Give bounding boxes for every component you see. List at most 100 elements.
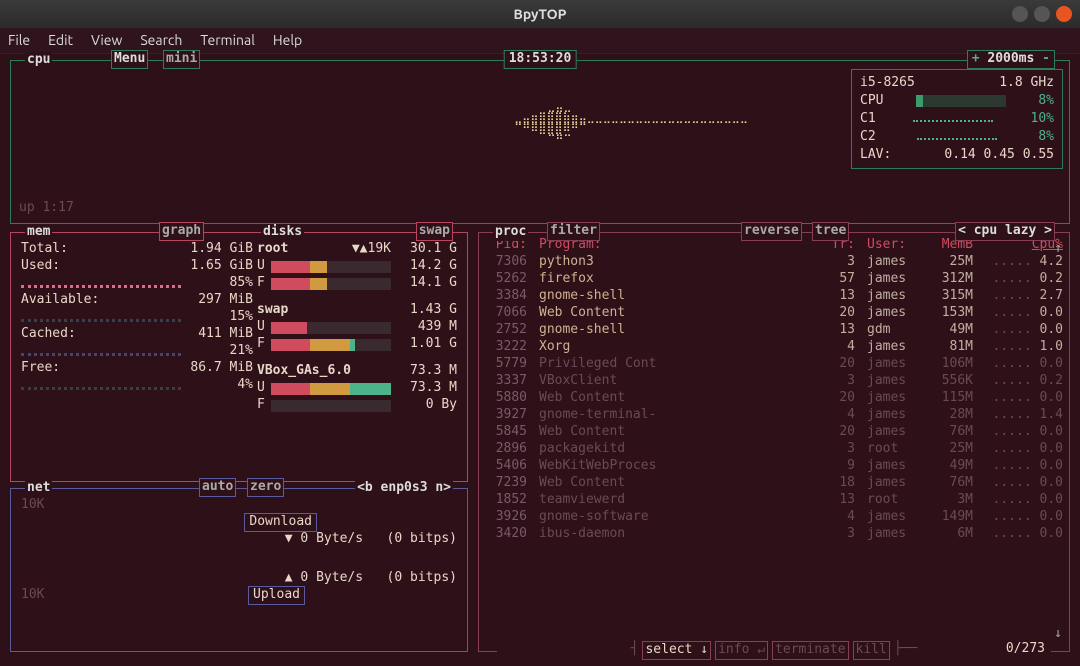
cpu-core1-label: C1 <box>860 111 876 128</box>
proc-scrollbar[interactable]: ↑ ↓ <box>1051 241 1065 643</box>
table-row[interactable]: 3420ibus-daemon3james6M..... 0.0 <box>479 526 1069 543</box>
proc-tree-button[interactable]: tree <box>812 222 849 241</box>
table-row[interactable]: 5880Web Content20james115M..... 0.0 <box>479 390 1069 407</box>
update-plus-icon[interactable]: + <box>972 51 988 66</box>
net-scale-top: 10K <box>21 497 44 514</box>
proc-scroll-position: 0/273 <box>1006 641 1045 658</box>
menu-help[interactable]: Help <box>273 31 302 49</box>
disk-used-bar <box>271 383 391 395</box>
proc-label: proc <box>493 224 528 241</box>
cpu-core2-label: C2 <box>860 129 876 146</box>
mem-free-label: Free: <box>21 360 60 377</box>
cpu-total-bar <box>916 95 1006 107</box>
disk-used: 14.2 G <box>397 258 457 275</box>
cpu-mini-button[interactable]: mini <box>163 50 200 69</box>
cpu-core1-bar <box>913 116 993 122</box>
mem-cached-label: Cached: <box>21 326 76 343</box>
disk-io: ▼▲19K <box>352 241 391 258</box>
table-row[interactable]: 7066Web Content20james153M..... 0.0 <box>479 305 1069 322</box>
mem-free-graph <box>21 382 181 390</box>
disk-free: 1.01 G <box>397 336 457 353</box>
table-row[interactable]: 5845Web Content20james76M..... 0.0 <box>479 424 1069 441</box>
mem-cached-graph <box>21 348 181 356</box>
cpu-total-label: CPU <box>860 93 883 110</box>
mem-total-label: Total: <box>21 241 68 258</box>
update-interval: 2000ms <box>987 51 1034 66</box>
net-down-rate: ▼ 0 Byte/s <box>285 531 363 546</box>
proc-info-button[interactable]: info ↵ <box>715 641 768 660</box>
mem-graph-button[interactable]: graph <box>159 222 204 241</box>
table-row[interactable]: 3384gnome-shell13james315M..... 2.7 <box>479 288 1069 305</box>
mem-total: 1.94 GiB <box>190 241 253 258</box>
proc-select-button[interactable]: select ↓ <box>642 641 711 660</box>
disks-label: disks <box>261 224 304 241</box>
mem-cached: 411 MiB <box>198 326 253 343</box>
table-row[interactable]: 3222Xorg4james81M..... 1.0 <box>479 339 1069 356</box>
mem-panel: mem graph disks swap Total:1.94 GiB Used… <box>10 232 468 482</box>
scroll-up-icon[interactable]: ↑ <box>1054 241 1062 258</box>
net-iface[interactable]: <b enp0s3 n> <box>355 480 453 497</box>
proc-terminate-button[interactable]: terminate <box>772 641 848 660</box>
window-close-button[interactable] <box>1056 6 1072 22</box>
mem-avail-label: Available: <box>21 292 99 309</box>
proc-panel: proc filter reverse tree < cpu lazy > Pi… <box>478 232 1070 652</box>
net-scale-bot: 10K <box>21 587 44 604</box>
table-row[interactable]: 5406WebKitWebProces9james49M..... 0.0 <box>479 458 1069 475</box>
mem-free: 86.7 MiB <box>190 360 253 377</box>
disk-name: root <box>257 241 288 258</box>
cpu-core2-pct: 8% <box>1038 129 1054 146</box>
table-row[interactable]: 1852teamviewerd13root3M..... 0.0 <box>479 492 1069 509</box>
table-row[interactable]: 2752gnome-shell13gdm49M..... 0.0 <box>479 322 1069 339</box>
swap-header-button[interactable]: swap <box>416 222 453 241</box>
scroll-down-icon[interactable]: ↓ <box>1054 626 1062 643</box>
table-row[interactable]: 5262firefox57james312M..... 0.2 <box>479 271 1069 288</box>
menu-view[interactable]: View <box>91 31 122 49</box>
disk-used-bar <box>271 322 391 334</box>
table-row[interactable]: 7239Web Content18james76M..... 0.0 <box>479 475 1069 492</box>
cpu-freq: 1.8 GHz <box>999 75 1054 92</box>
disk-name: VBox_GAs_6.0 <box>257 363 351 380</box>
proc-kill-button[interactable]: kill <box>853 641 890 660</box>
update-minus-icon[interactable]: - <box>1034 51 1050 66</box>
table-row[interactable]: 7306python33james25M..... 4.2 <box>479 254 1069 271</box>
proc-reverse-button[interactable]: reverse <box>741 222 802 241</box>
cpu-panel: cpu Menu mini 18:53:20 + 2000ms - ⣀⣤⣀ ⣀⣤… <box>10 60 1070 224</box>
table-row[interactable]: 2896packagekitd3root25M..... 0.0 <box>479 441 1069 458</box>
cpu-clock: 18:53:20 <box>504 50 577 69</box>
cpu-label: cpu <box>25 52 52 69</box>
cpu-menu-button[interactable]: Menu <box>111 50 148 69</box>
mem-label: mem <box>25 224 52 241</box>
mem-free-pct: 4% <box>237 377 253 394</box>
mem-avail-pct: 15% <box>230 309 253 326</box>
net-upload-label: Upload <box>248 586 305 605</box>
menu-terminal[interactable]: Terminal <box>200 31 255 49</box>
net-zero-button[interactable]: zero <box>247 478 284 497</box>
disk-used: 439 M <box>397 319 457 336</box>
uptime: up 1:17 <box>19 200 74 217</box>
disk-size: 30.1 G <box>397 241 457 258</box>
menu-file[interactable]: File <box>8 31 30 49</box>
table-row[interactable]: 5779Privileged Cont20james106M..... 0.0 <box>479 356 1069 373</box>
proc-filter-button[interactable]: filter <box>547 222 600 241</box>
col-user[interactable]: User: <box>861 237 923 254</box>
net-auto-button[interactable]: auto <box>199 478 236 497</box>
cpu-info-panel: i5-8265 1.8 GHz CPU 8% C1 10% C2 8% LAV:… <box>851 69 1063 169</box>
proc-sort-selector[interactable]: < cpu lazy > <box>955 222 1055 241</box>
cpu-core2-bar <box>917 134 997 140</box>
cpu-graph: ⣀⣤⣀ ⣀⣤⣶⣿⣿⣿⣷⣶⣤⣀⣀⣀⣀⣀⣀⣀⣀⣀⣀⣀⣀⣀⣀⣀⣀⣀⣀⣀⣀ ⠉⠛⠿⣿⣿⣿… <box>501 101 748 145</box>
cpu-model: i5-8265 <box>860 75 915 92</box>
cpu-total-pct: 8% <box>1038 93 1054 110</box>
menu-search[interactable]: Search <box>140 31 182 49</box>
window-title: BpyTOP <box>514 5 567 23</box>
cpu-core1-pct: 10% <box>1031 111 1054 128</box>
table-row[interactable]: 3927gnome-terminal-4james28M..... 1.4 <box>479 407 1069 424</box>
lav-values: 0.14 0.45 0.55 <box>944 147 1054 164</box>
net-label: net <box>25 480 52 497</box>
window-maximize-button[interactable] <box>1034 6 1050 22</box>
window-minimize-button[interactable] <box>1012 6 1028 22</box>
table-row[interactable]: 3337VBoxClient3james556K..... 0.2 <box>479 373 1069 390</box>
mem-used-label: Used: <box>21 258 60 275</box>
mem-used-graph <box>21 280 181 288</box>
menu-edit[interactable]: Edit <box>48 31 73 49</box>
table-row[interactable]: 3926gnome-software4james149M..... 0.0 <box>479 509 1069 526</box>
